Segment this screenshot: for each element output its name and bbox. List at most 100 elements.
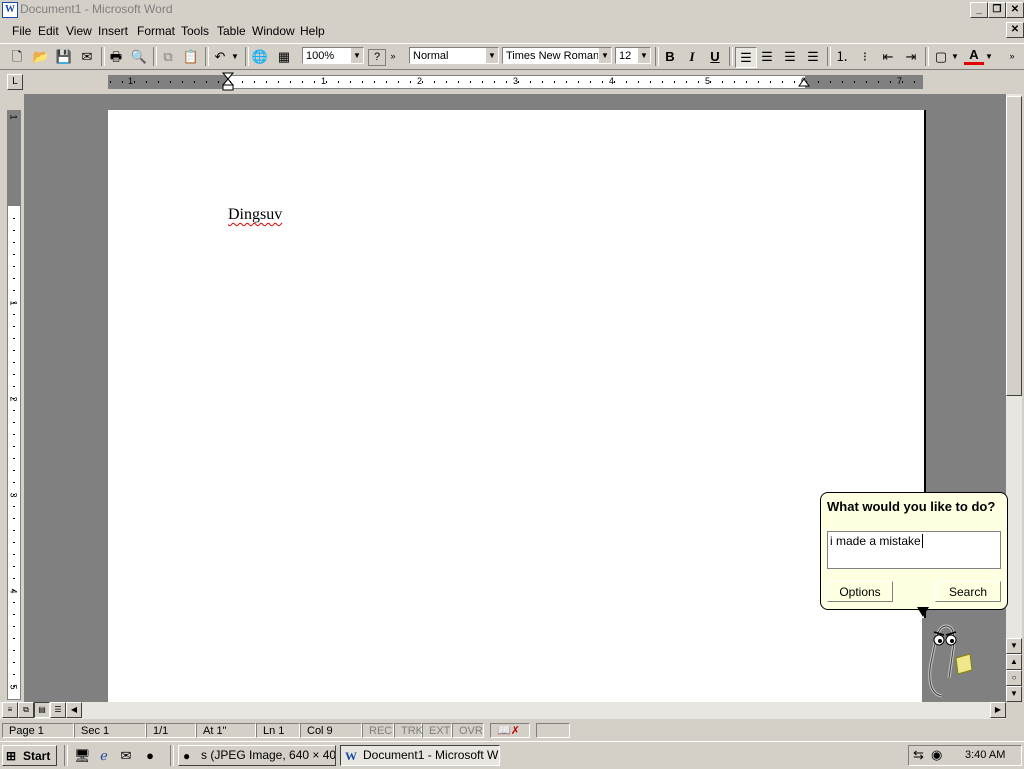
justify-icon[interactable]: ☰ [803,47,823,66]
assistant-search-input[interactable]: i made a mistake [827,531,1001,569]
menu-table[interactable]: Table [217,24,246,38]
italic-button[interactable]: I [682,47,702,66]
previous-page-icon[interactable]: ▲ [1006,654,1022,670]
chevron-down-icon[interactable]: ▼ [350,48,363,63]
start-button[interactable]: ⊞ Start [2,745,57,766]
decrease-indent-icon[interactable]: ⇤ [878,47,898,66]
select-browse-object-icon[interactable]: ○ [1006,670,1022,686]
document-page[interactable] [108,110,926,702]
web-layout-view-icon[interactable]: ⧉ [18,702,34,718]
tab-selector-icon[interactable]: L [7,74,23,90]
vruler-tick [13,422,15,423]
toolbar-separator [101,47,105,66]
menu-window[interactable]: Window [252,24,295,38]
web-hyperlink-icon[interactable]: 🌐 [250,47,270,66]
close-document-button[interactable]: ✕ [1006,22,1024,38]
status-rec[interactable]: REC [362,723,394,738]
restore-button[interactable]: ❐ [988,2,1006,18]
font-combo[interactable]: Times New Roman ▼ [502,47,612,64]
menu-format[interactable]: Format [137,24,175,38]
font-color-dropdown-icon[interactable]: ▼ [984,47,994,66]
close-button[interactable]: ✕ [1006,2,1024,18]
ruler-tick [782,81,783,83]
clock[interactable]: 3:40 AM [965,749,1005,761]
indent-marker-icon[interactable] [221,72,235,92]
menu-insert[interactable]: Insert [98,24,128,38]
next-page-icon[interactable]: ▼ [1006,686,1022,702]
vruler-tick [13,374,15,375]
status-trk[interactable]: TRK [394,723,423,738]
vertical-scroll-thumb[interactable] [1006,96,1022,396]
underline-button[interactable]: U [705,47,725,66]
spelling-status-icon[interactable]: 📖✗ [490,723,530,738]
save-icon[interactable]: 💾 [54,47,74,66]
chevron-down-icon[interactable]: ▼ [598,48,611,63]
menu-view[interactable]: View [66,24,92,38]
document-text[interactable]: Dingsuv [228,206,282,224]
options-button[interactable]: Options [827,581,893,602]
align-center-icon[interactable]: ☰ [757,47,777,66]
scroll-right-arrow-icon[interactable]: ▶ [990,702,1006,718]
vertical-scrollbar[interactable]: ▼ ▲ ○ ▼ [1006,94,1022,702]
align-right-icon[interactable]: ☰ [780,47,800,66]
netscape-icon[interactable]: ● [142,748,158,764]
menu-file[interactable]: File [12,24,31,38]
word-app-icon[interactable]: W [2,2,18,18]
outline-view-icon[interactable]: ☰ [50,702,66,718]
chevron-down-icon[interactable]: ▼ [637,48,650,63]
outlook-express-icon[interactable]: ✉ [118,748,134,764]
normal-view-icon[interactable]: ≡ [2,702,18,718]
undo-dropdown-icon[interactable]: ▼ [230,47,240,66]
taskbar-separator [64,745,68,766]
numbering-icon[interactable]: ⒈ [832,47,852,66]
horizontal-scrollbar[interactable]: ≡ ⧉ ▤ ☰ ◀ ▶ [0,702,1006,719]
new-document-icon[interactable]: 🗋 [7,47,27,66]
print-preview-icon[interactable]: 🔍 [129,47,149,66]
menu-edit[interactable]: Edit [38,24,59,38]
taskbar-button-jpeg-image[interactable]: ● s (JPEG Image, 640 × 40... [178,745,336,766]
bold-button[interactable]: B [660,47,680,66]
menu-tools[interactable]: Tools [181,24,209,38]
paperclip-assistant-icon[interactable] [922,618,976,702]
show-desktop-icon[interactable]: 🖥 [74,748,91,764]
ruler-tick [890,81,891,83]
undo-icon[interactable]: ↶ [210,47,230,66]
toolbar-overflow-chevron-icon[interactable]: » [1006,47,1018,66]
menu-help[interactable]: Help [300,24,325,38]
font-size-combo[interactable]: 12 ▼ [615,47,651,64]
vruler-tick [13,506,15,507]
ruler-tick [626,81,627,83]
task-label: Document1 - Microsoft W... [363,748,500,762]
scroll-left-arrow-icon[interactable]: ◀ [66,702,82,718]
table-icon[interactable]: ▦ [274,47,294,66]
copy-icon[interactable]: ⧉ [158,47,178,66]
open-folder-icon[interactable]: 📂 [31,47,51,66]
network-icon[interactable]: ⇆ [913,747,924,763]
paste-icon[interactable]: 📋 [181,47,201,66]
style-combo[interactable]: Normal ▼ [409,47,499,64]
zoom-combo[interactable]: 100% ▼ [302,47,364,64]
font-color-icon[interactable]: A [964,47,984,65]
minimize-button[interactable]: _ [970,2,988,18]
status-ext[interactable]: EXT [422,723,452,738]
borders-dropdown-icon[interactable]: ▼ [950,47,960,66]
status-ovr[interactable]: OVR [452,723,484,738]
borders-icon[interactable]: ▢ [931,47,951,66]
scroll-down-arrow-icon[interactable]: ▼ [1006,638,1022,654]
search-button[interactable]: Search [935,581,1001,602]
ruler-tick [614,81,615,83]
tray-app-icon[interactable]: ◉ [931,747,942,763]
toolbar-options-chevron-icon[interactable]: » [388,47,398,66]
ruler-tick [686,81,687,83]
taskbar-button-word[interactable]: W Document1 - Microsoft W... [340,745,500,766]
print-layout-view-icon[interactable]: ▤ [34,702,50,718]
help-question-icon[interactable]: ? [368,49,386,66]
align-left-icon[interactable]: ☰ [735,47,757,68]
chevron-down-icon[interactable]: ▼ [485,48,498,63]
email-icon[interactable]: ✉ [77,47,97,66]
bullets-icon[interactable]: ⁝ [855,47,875,66]
right-indent-marker-icon[interactable] [798,78,810,88]
print-icon[interactable]: 🖶 [106,47,126,66]
internet-explorer-icon[interactable]: ℯ [96,748,112,764]
increase-indent-icon[interactable]: ⇥ [901,47,921,66]
